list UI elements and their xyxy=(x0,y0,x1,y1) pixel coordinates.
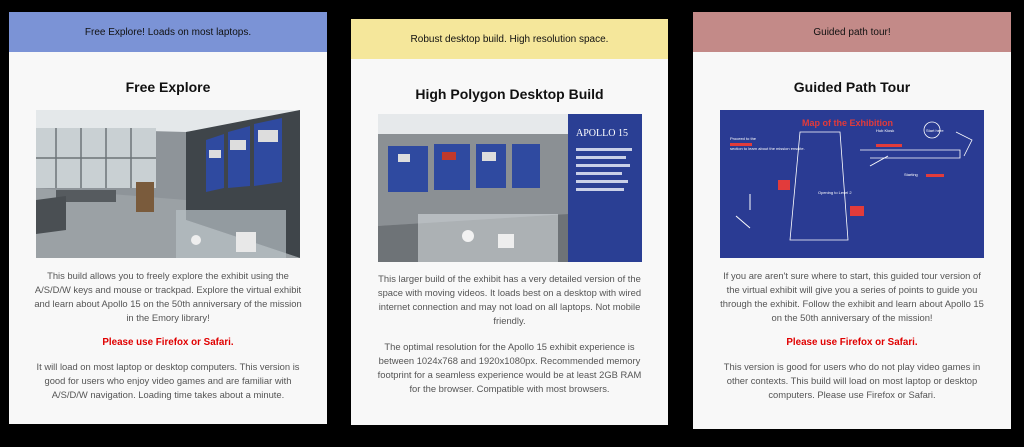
map-proceed-text: Proceed to the xyxy=(730,136,757,141)
map-opening-label: Opening to Level 2 xyxy=(818,190,852,195)
card-details: This version is good for users who do no… xyxy=(723,361,981,400)
card-banner: Guided path tour! xyxy=(693,12,1011,52)
map-hub-label: Hub Kiosk xyxy=(876,128,894,133)
card-banner: Free Explore! Loads on most laptops. xyxy=(9,12,327,52)
browser-warning: Please use Firefox or Safari. xyxy=(102,337,234,348)
guided-path-card[interactable]: Guided path tour! Guided Path Tour Map o… xyxy=(693,12,1011,429)
exhibit-screenshot-image[interactable]: APOLLO 15 xyxy=(377,114,642,262)
banner-text: Free Explore! Loads on most laptops. xyxy=(84,26,252,38)
map-proceed-text-2: section to learn about the mission ensui… xyxy=(730,146,805,151)
apollo-label: APOLLO 15 xyxy=(576,128,628,139)
map-start-label: Start here xyxy=(926,128,944,133)
card-title: Guided Path Tour xyxy=(793,79,911,95)
free-explore-card[interactable]: Free Explore! Loads on most laptops. Fre… xyxy=(9,12,327,424)
map-starting-text: Starting xyxy=(904,172,918,177)
card-details: It will load on most laptop or desktop c… xyxy=(36,361,300,400)
card-details: The optimal resolution for the Apollo 15… xyxy=(377,341,642,394)
map-title: Map of the Exhibition xyxy=(802,118,893,128)
card-title: Free Explore xyxy=(125,79,211,95)
map-red-label xyxy=(730,143,752,146)
exhibit-screenshot-image[interactable] xyxy=(36,110,300,258)
banner-text: Guided path tour! xyxy=(813,26,891,38)
card-description: If you are aren't sure where to start, t… xyxy=(720,270,984,323)
banner-text: Robust desktop build. High resolution sp… xyxy=(410,33,609,45)
high-polygon-card[interactable]: Robust desktop build. High resolution sp… xyxy=(351,19,668,425)
exhibit-map-image[interactable]: Map of the Exhibition Proceed to the sec… xyxy=(720,110,984,258)
card-banner: Robust desktop build. High resolution sp… xyxy=(351,19,668,59)
card-description: This larger build of the exhibit has a v… xyxy=(377,273,642,326)
card-description: This build allows you to freely explore … xyxy=(34,270,302,323)
card-title: High Polygon Desktop Build xyxy=(415,86,604,102)
browser-warning: Please use Firefox or Safari. xyxy=(786,337,918,348)
